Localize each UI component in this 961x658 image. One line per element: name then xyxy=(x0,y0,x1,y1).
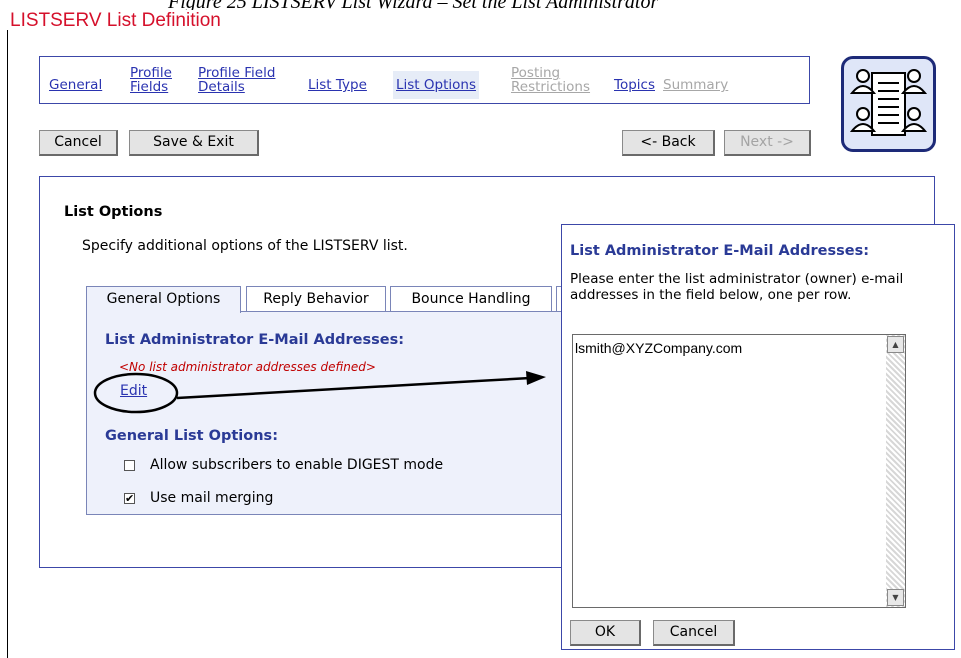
textarea-scrollbar[interactable] xyxy=(886,335,905,607)
scroll-down-arrow-icon[interactable]: ▼ xyxy=(887,589,904,606)
dialog-cancel-button[interactable]: Cancel xyxy=(653,620,735,646)
scroll-up-arrow-icon[interactable]: ▲ xyxy=(887,336,904,353)
edit-highlight-ellipse xyxy=(93,372,179,414)
callout-arrowhead xyxy=(526,371,546,385)
callout-arrow-line xyxy=(176,376,531,400)
tab-general-options[interactable]: General Options xyxy=(86,286,241,313)
dialog-heading: List Administrator E-Mail Addresses: xyxy=(570,243,869,259)
dialog-ok-button[interactable]: OK xyxy=(570,620,641,646)
admin-emails-textarea[interactable] xyxy=(572,334,906,608)
dialog-instructions: Please enter the list administrator (own… xyxy=(570,271,904,303)
textarea-value: lsmith@XYZCompany.com xyxy=(575,340,743,356)
